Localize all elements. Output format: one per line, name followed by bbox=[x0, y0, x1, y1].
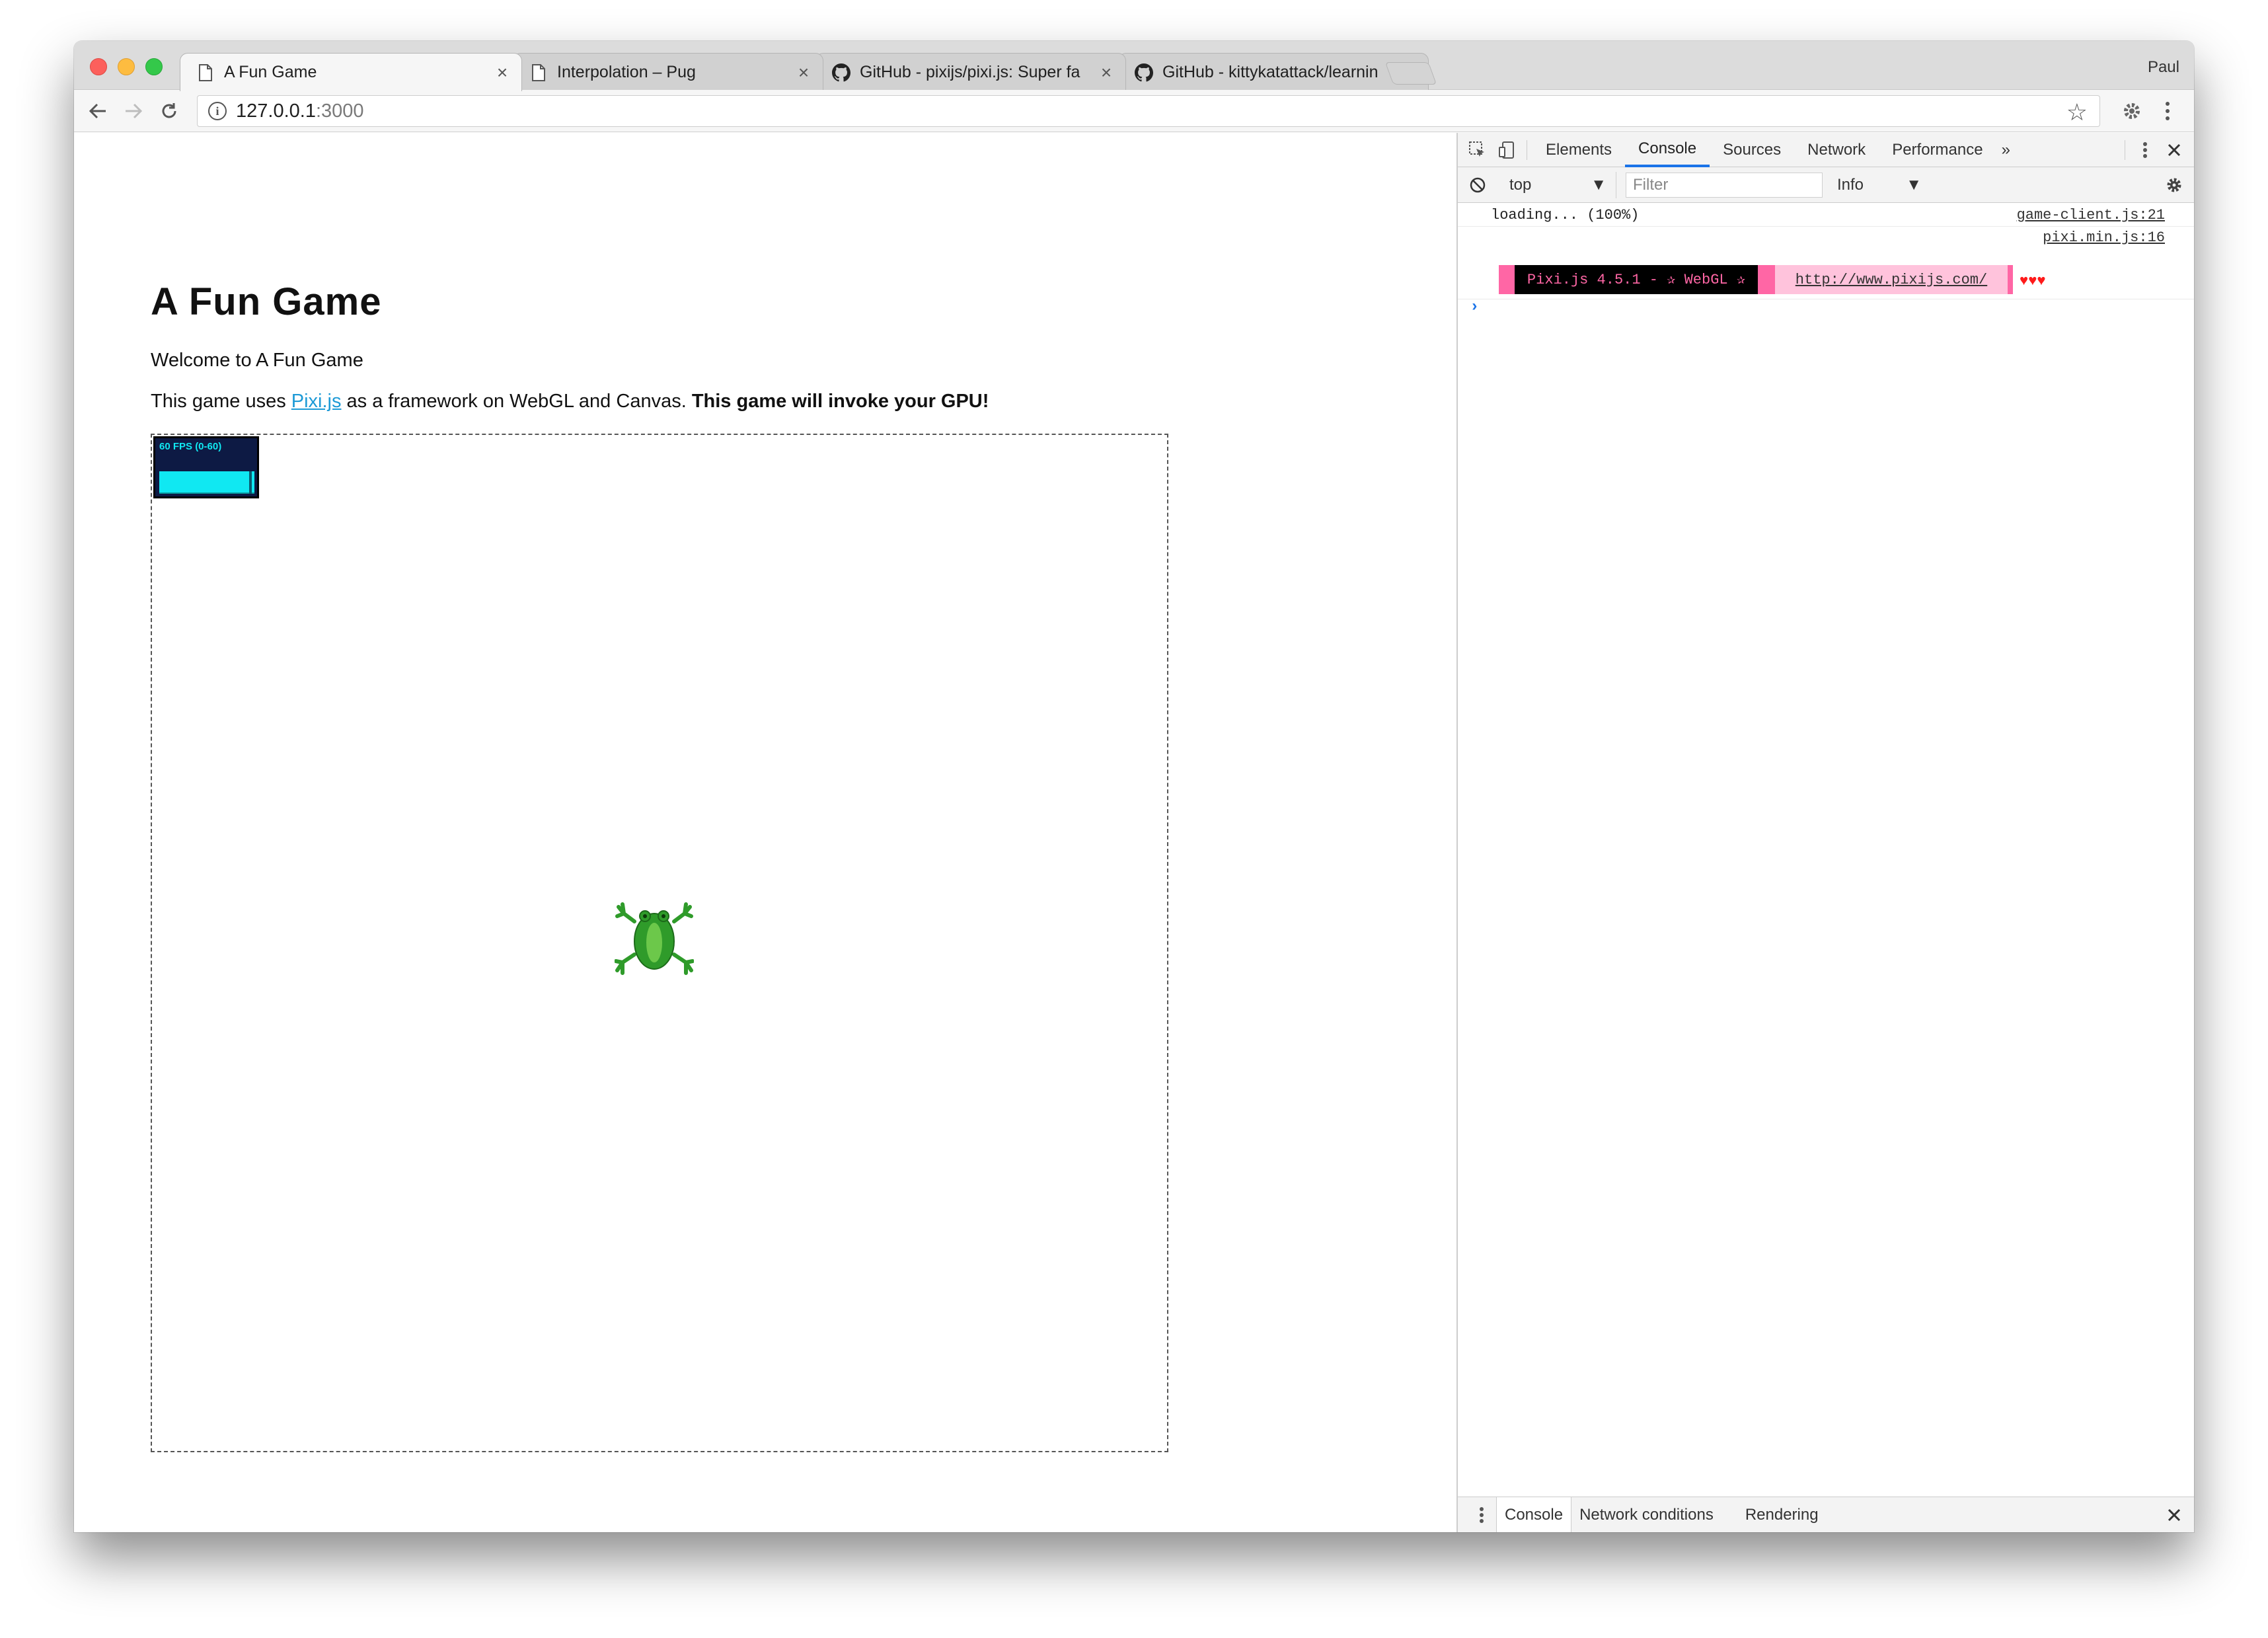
reload-button[interactable] bbox=[156, 98, 182, 124]
drawer-tab-network-conditions[interactable]: Network conditions bbox=[1571, 1497, 1721, 1533]
browser-window: GitHub - kittykatattack/learnin × GitHub… bbox=[74, 41, 2194, 1532]
tab-title: A Fun Game bbox=[224, 63, 317, 81]
devtools-drawer: Console Network conditions Rendering bbox=[1458, 1497, 2194, 1532]
more-tabs-icon[interactable]: » bbox=[1996, 133, 2016, 167]
fps-graph-notch bbox=[249, 471, 252, 494]
page-viewport: A Fun Game Welcome to A Fun Game This ga… bbox=[74, 133, 1458, 1532]
hearts-icon: ♥♥♥ bbox=[2020, 273, 2046, 290]
close-tab-icon[interactable]: × bbox=[494, 62, 511, 83]
back-arrow-icon bbox=[89, 103, 106, 119]
tab-title: Interpolation – Pug bbox=[557, 63, 696, 81]
drawer-tab-console[interactable]: Console bbox=[1496, 1497, 1572, 1532]
close-window-button[interactable] bbox=[90, 58, 107, 75]
frog-sprite bbox=[615, 902, 694, 975]
uses-prefix: This game uses bbox=[151, 391, 291, 412]
devtools-tab-performance[interactable]: Performance bbox=[1879, 133, 1996, 167]
close-devtools-icon[interactable] bbox=[2160, 136, 2189, 165]
browser-menu-icon[interactable] bbox=[2154, 98, 2181, 124]
tab-github-learning[interactable]: GitHub - kittykatattack/learnin × bbox=[1118, 53, 1429, 91]
uses-middle: as a framework on WebGL and Canvas. bbox=[341, 391, 692, 412]
tab-a-fun-game[interactable]: A Fun Game × bbox=[180, 53, 522, 91]
zoom-window-button[interactable] bbox=[145, 58, 163, 75]
info-icon[interactable]: i bbox=[208, 102, 227, 120]
tab-title: GitHub - pixijs/pixi.js: Super fa bbox=[860, 63, 1080, 81]
devtools-tab-sources[interactable]: Sources bbox=[1710, 133, 1794, 167]
devtools-tab-bar: Elements Console Sources Network Perform… bbox=[1458, 133, 2194, 167]
profile-name[interactable]: Paul bbox=[2148, 58, 2179, 77]
framework-description: This game uses Pixi.js as a framework on… bbox=[151, 391, 989, 412]
console-filter-bar: top ▼ Filter Info ▼ bbox=[1458, 167, 2194, 203]
gpu-warning: This game will invoke your GPU! bbox=[691, 391, 989, 412]
pixijs-link[interactable]: Pixi.js bbox=[291, 391, 342, 412]
devtools-tab-network[interactable]: Network bbox=[1794, 133, 1879, 167]
new-tab-button[interactable] bbox=[1384, 62, 1437, 85]
back-button[interactable] bbox=[85, 98, 111, 124]
console-message-text: loading... (100%) bbox=[1491, 207, 1640, 223]
fps-graph bbox=[159, 471, 254, 494]
page-title: A Fun Game bbox=[151, 280, 382, 323]
context-value: top bbox=[1509, 175, 1532, 194]
url-port: :3000 bbox=[315, 100, 364, 122]
console-prompt-icon[interactable]: › bbox=[1470, 298, 1479, 316]
welcome-text: Welcome to A Fun Game bbox=[151, 350, 363, 371]
fps-label: 60 FPS (0-60) bbox=[159, 441, 222, 452]
pixi-banner-url[interactable]: http://www.pixijs.com/ bbox=[1775, 265, 2008, 294]
source-link[interactable]: game-client.js:21 bbox=[2017, 207, 2165, 223]
game-canvas[interactable]: 60 FPS (0-60) bbox=[151, 434, 1168, 1452]
devtools-menu-icon[interactable] bbox=[2131, 136, 2160, 165]
source-link[interactable]: pixi.min.js:16 bbox=[2043, 229, 2165, 246]
log-level-value: Info bbox=[1837, 175, 1864, 194]
dropdown-arrow-icon: ▼ bbox=[1591, 175, 1606, 194]
console-message-loading: loading... (100%) game-client.js:21 bbox=[1458, 203, 2194, 227]
page-icon bbox=[196, 63, 215, 82]
pixi-banner-version: Pixi.js 4.5.1 - ✰ WebGL ✰ bbox=[1515, 265, 1758, 294]
bookmark-star-icon[interactable]: ☆ bbox=[2066, 98, 2088, 126]
tab-interpolation-pug[interactable]: Interpolation – Pug × bbox=[513, 53, 823, 91]
tab-strip: GitHub - kittykatattack/learnin × GitHub… bbox=[74, 41, 2194, 91]
close-tab-icon[interactable]: × bbox=[1098, 62, 1115, 83]
forward-button[interactable] bbox=[120, 98, 147, 124]
device-toolbar-icon[interactable] bbox=[1492, 136, 1521, 165]
tab-title: GitHub - kittykatattack/learnin bbox=[1162, 63, 1379, 81]
drawer-menu-icon[interactable] bbox=[1467, 1501, 1496, 1530]
pixi-banner: Pixi.js 4.5.1 - ✰ WebGL ✰ http://www.pix… bbox=[1499, 265, 2013, 294]
console-message-pixi: pixi.min.js:16 Pixi.js 4.5.1 - ✰ WebGL ✰… bbox=[1458, 227, 2194, 299]
drawer-tab-rendering[interactable]: Rendering bbox=[1737, 1497, 1827, 1533]
context-selector[interactable]: top ▼ bbox=[1500, 171, 1616, 198]
fps-meter: 60 FPS (0-60) bbox=[153, 436, 259, 498]
page-icon bbox=[529, 63, 548, 82]
github-icon bbox=[1135, 63, 1153, 82]
forward-arrow-icon bbox=[126, 103, 143, 119]
tab-github-pixijs[interactable]: GitHub - pixijs/pixi.js: Super fa × bbox=[815, 53, 1126, 91]
console-settings-gear-icon[interactable] bbox=[2160, 171, 2189, 200]
inspect-element-icon[interactable] bbox=[1463, 136, 1492, 165]
minimize-window-button[interactable] bbox=[118, 58, 135, 75]
clear-console-icon[interactable] bbox=[1463, 171, 1492, 200]
github-icon bbox=[832, 63, 850, 82]
devtools-tab-console[interactable]: Console bbox=[1625, 133, 1710, 167]
close-drawer-icon[interactable] bbox=[2160, 1501, 2189, 1530]
devtools-tab-elements[interactable]: Elements bbox=[1532, 133, 1625, 167]
console-filter-input[interactable]: Filter bbox=[1626, 172, 1823, 198]
address-bar[interactable]: i 127.0.0.1:3000 ☆ bbox=[197, 95, 2100, 127]
devtools-panel: Elements Console Sources Network Perform… bbox=[1458, 133, 2194, 1532]
close-tab-icon[interactable]: × bbox=[795, 62, 812, 83]
reload-icon bbox=[162, 103, 176, 118]
dropdown-arrow-icon: ▼ bbox=[1906, 175, 1922, 194]
browser-toolbar: i 127.0.0.1:3000 ☆ bbox=[74, 90, 2194, 132]
log-level-selector[interactable]: Info ▼ bbox=[1827, 176, 1932, 194]
url-host: 127.0.0.1 bbox=[236, 100, 316, 122]
extension-gear-icon[interactable] bbox=[2119, 98, 2145, 124]
